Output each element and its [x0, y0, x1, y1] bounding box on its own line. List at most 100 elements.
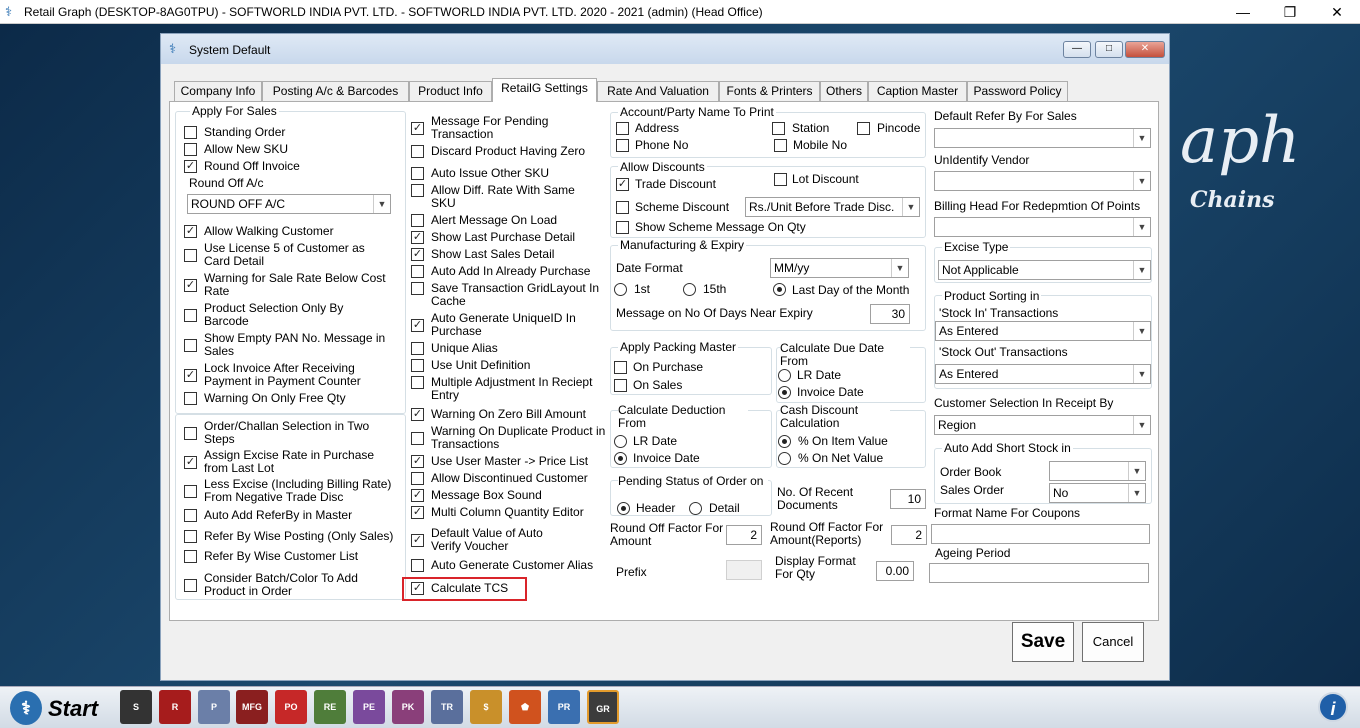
shortcut-shapes-icon[interactable]: ⬟ — [509, 690, 541, 724]
start-logo-icon[interactable]: ⚕ — [10, 691, 42, 725]
shortcut-cash-icon[interactable]: $ — [470, 690, 502, 724]
multi-col-qty-checkbox[interactable]: ✓ — [411, 506, 424, 519]
coupon-format-input[interactable] — [931, 524, 1150, 544]
shortcut-packing-icon[interactable]: PK — [392, 690, 424, 724]
calc-tcs-checkbox[interactable]: ✓ — [411, 582, 424, 595]
station-checkbox[interactable] — [772, 122, 785, 135]
allow-diff-checkbox[interactable] — [411, 184, 424, 197]
warn-zero-bill-checkbox[interactable]: ✓ — [411, 408, 424, 421]
consider-batch-checkbox[interactable] — [184, 579, 197, 592]
restore-button[interactable]: ❐ — [1267, 0, 1313, 24]
pct-net-radio[interactable] — [778, 452, 791, 465]
order-book-select[interactable]: ▼ — [1049, 461, 1146, 481]
scheme-discount-checkbox[interactable] — [616, 201, 629, 214]
tab-caption-master[interactable]: Caption Master — [868, 81, 967, 101]
shortcut-purchase-icon[interactable]: P — [198, 690, 230, 724]
auto-referby-checkbox[interactable] — [184, 509, 197, 522]
less-excise-checkbox[interactable] — [184, 485, 197, 498]
start-button[interactable]: Start — [48, 696, 98, 722]
stock-out-select[interactable]: As Entered ▼ — [935, 364, 1151, 384]
round-off-ac-select[interactable]: ROUND OFF A/C ▼ — [187, 194, 391, 214]
assign-excise-checkbox[interactable]: ✓ — [184, 456, 197, 469]
shortcut-print-icon[interactable]: PR — [548, 690, 580, 724]
scheme-discount-select[interactable]: Rs./Unit Before Trade Disc. ▼ — [745, 197, 920, 217]
tab-password-policy[interactable]: Password Policy — [967, 81, 1068, 101]
tab-fonts-printers[interactable]: Fonts & Printers — [719, 81, 820, 101]
multi-adjust-checkbox[interactable] — [411, 376, 424, 389]
tab-others[interactable]: Others — [820, 81, 868, 101]
mobile-checkbox[interactable] — [774, 139, 787, 152]
shortcut-receipt-icon[interactable]: R — [159, 690, 191, 724]
msg-pending-checkbox[interactable]: ✓ — [411, 122, 424, 135]
phone-checkbox[interactable] — [616, 139, 629, 152]
shortcut-sales-icon[interactable]: S — [120, 690, 152, 724]
alert-load-checkbox[interactable] — [411, 214, 424, 227]
trade-discount-checkbox[interactable]: ✓ — [616, 178, 629, 191]
pending-header-radio[interactable] — [617, 502, 630, 515]
date-format-select[interactable]: MM/yy ▼ — [770, 258, 909, 278]
billing-head-select[interactable]: ▼ — [934, 217, 1151, 237]
shortcut-gear-icon[interactable]: GR — [587, 690, 619, 724]
pending-detail-radio[interactable] — [689, 502, 702, 515]
shortcut-receipt-entry-icon[interactable]: RE — [314, 690, 346, 724]
close-button[interactable]: ✕ — [1314, 0, 1360, 24]
pincode-checkbox[interactable] — [857, 122, 870, 135]
auto-issue-checkbox[interactable] — [411, 167, 424, 180]
standing-order-checkbox[interactable] — [184, 126, 197, 139]
lock-invoice-checkbox[interactable]: ✓ — [184, 369, 197, 382]
shortcut-payment-entry-icon[interactable]: PE — [353, 690, 385, 724]
expiry-1st-radio[interactable] — [614, 283, 627, 296]
show-empty-pan-checkbox[interactable] — [184, 339, 197, 352]
show-last-purchase-checkbox[interactable]: ✓ — [411, 231, 424, 244]
on-purchase-checkbox[interactable] — [614, 361, 627, 374]
address-checkbox[interactable] — [616, 122, 629, 135]
due-invoice-date-radio[interactable] — [778, 386, 791, 399]
on-sales-checkbox[interactable] — [614, 379, 627, 392]
due-lr-date-radio[interactable] — [778, 369, 791, 382]
tab-rate-valuation[interactable]: Rate And Valuation — [597, 81, 719, 101]
warn-dup-checkbox[interactable] — [411, 432, 424, 445]
unidentify-vendor-select[interactable]: ▼ — [934, 171, 1151, 191]
dialog-minimize-button[interactable]: — — [1063, 41, 1091, 58]
order-challan-checkbox[interactable] — [184, 427, 197, 440]
display-format-input[interactable]: 0.00 — [876, 561, 914, 581]
sales-order-select[interactable]: No ▼ — [1049, 483, 1146, 503]
warn-sale-rate-checkbox[interactable]: ✓ — [184, 279, 197, 292]
discard-zero-checkbox[interactable] — [411, 145, 424, 158]
minimize-button[interactable]: — — [1220, 0, 1266, 24]
shortcut-transfer-icon[interactable]: TR — [431, 690, 463, 724]
default-verify-checkbox[interactable]: ✓ — [411, 534, 424, 547]
shortcut-manufacturing-icon[interactable]: MFG — [236, 690, 268, 724]
use-license-checkbox[interactable] — [184, 249, 197, 262]
save-grid-checkbox[interactable] — [411, 282, 424, 295]
default-refer-select[interactable]: ▼ — [934, 128, 1151, 148]
dialog-close-button[interactable]: ✕ — [1125, 41, 1165, 58]
tab-company-info[interactable]: Company Info — [174, 81, 262, 101]
allow-discontinued-checkbox[interactable] — [411, 472, 424, 485]
refer-posting-checkbox[interactable] — [184, 530, 197, 543]
auto-uniqueid-checkbox[interactable]: ✓ — [411, 319, 424, 332]
allow-new-sku-checkbox[interactable] — [184, 143, 197, 156]
recent-docs-input[interactable]: 10 — [890, 489, 926, 509]
use-unit-checkbox[interactable] — [411, 359, 424, 372]
ageing-period-input[interactable] — [929, 563, 1149, 583]
info-icon[interactable]: i — [1318, 692, 1348, 722]
msgbox-sound-checkbox[interactable]: ✓ — [411, 489, 424, 502]
tab-product-info[interactable]: Product Info — [409, 81, 492, 101]
prefix-input[interactable] — [726, 560, 762, 580]
auto-cust-alias-checkbox[interactable] — [411, 559, 424, 572]
auto-add-purchase-checkbox[interactable] — [411, 265, 424, 278]
product-selection-checkbox[interactable] — [184, 309, 197, 322]
allow-walking-checkbox[interactable]: ✓ — [184, 225, 197, 238]
excise-type-select[interactable]: Not Applicable ▼ — [938, 260, 1151, 280]
ded-lr-date-radio[interactable] — [614, 435, 627, 448]
stock-in-select[interactable]: As Entered ▼ — [935, 321, 1151, 341]
customer-selection-select[interactable]: Region ▼ — [934, 415, 1151, 435]
expiry-last-radio[interactable] — [773, 283, 786, 296]
expiry-15th-radio[interactable] — [683, 283, 696, 296]
save-button[interactable]: Save — [1012, 622, 1074, 662]
pct-item-radio[interactable] — [778, 435, 791, 448]
show-scheme-checkbox[interactable] — [616, 221, 629, 234]
tab-retailg-settings[interactable]: RetailG Settings — [492, 78, 597, 102]
use-user-master-checkbox[interactable]: ✓ — [411, 455, 424, 468]
